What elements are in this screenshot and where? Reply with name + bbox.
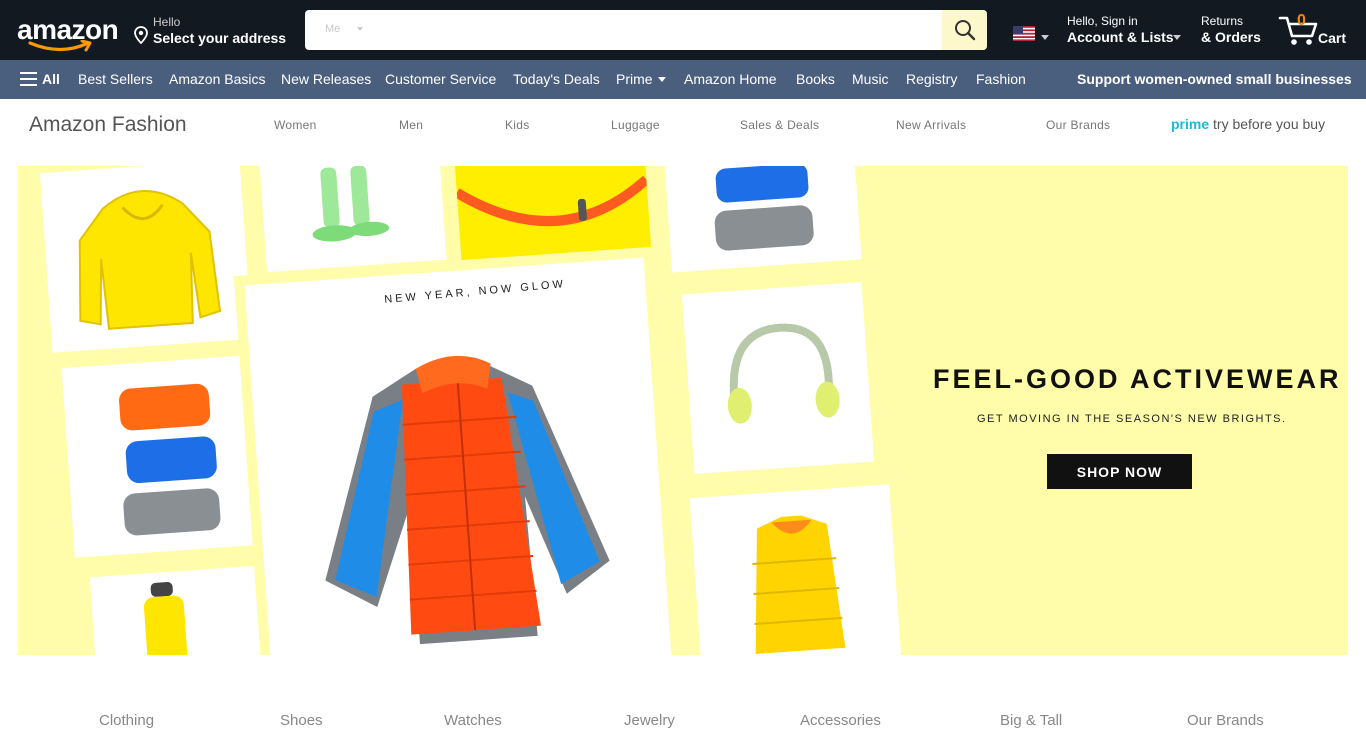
nav-todays-deals[interactable]: Today's Deals: [513, 71, 600, 87]
address-greeting: Hello: [153, 15, 181, 29]
nav-new-releases[interactable]: New Releases: [281, 71, 371, 87]
returns-orders-link[interactable]: Returns & Orders: [1201, 14, 1261, 45]
try-before-you-buy-label: try before you buy: [1213, 116, 1326, 132]
category-accessories[interactable]: Accessories: [800, 712, 881, 729]
nav-customer-service[interactable]: Customer Service: [385, 71, 496, 87]
yellow-hoodie-image: [78, 190, 222, 330]
prime-word: prime: [1171, 116, 1210, 132]
fashion-store-title[interactable]: Amazon Fashion: [29, 113, 187, 137]
fashion-nav-luggage[interactable]: Luggage: [611, 118, 660, 132]
logo-smile-icon: [28, 40, 92, 52]
amazon-logo[interactable]: amazon: [12, 8, 122, 52]
prime-try-before-you-buy-link[interactable]: prime try before you buy: [1171, 116, 1325, 132]
category-shoes[interactable]: Shoes: [280, 712, 323, 729]
account-lists-label: Account & Lists: [1067, 29, 1174, 45]
search-bar: Me: [305, 10, 987, 50]
fashion-nav-new-arrivals[interactable]: New Arrivals: [896, 118, 966, 132]
rolled-items-card: [653, 166, 873, 284]
nav-books[interactable]: Books: [796, 71, 835, 87]
promo-women-owned-link[interactable]: Support women-owned small businesses: [1077, 71, 1352, 87]
fashion-nav-sales-deals[interactable]: Sales & Deals: [740, 118, 819, 132]
yellow-vest-card: [678, 473, 908, 655]
cart-button[interactable]: 0 Cart: [1278, 12, 1350, 50]
top-navigation-bar: amazon Hello Select your address Me Hell…: [0, 0, 1366, 60]
address-prompt: Select your address: [153, 30, 287, 46]
search-department-select[interactable]: Me: [325, 23, 340, 35]
rolled-jackets-image: [714, 166, 814, 251]
all-menu-button[interactable]: All: [42, 71, 60, 87]
language-chevron-down-icon: [1041, 35, 1049, 40]
category-navigation-bar: All Best Sellers Amazon Basics New Relea…: [0, 60, 1366, 99]
fashion-nav-men[interactable]: Men: [399, 118, 423, 132]
us-flag-icon[interactable]: [1013, 26, 1035, 41]
green-shoes-image: [312, 166, 390, 242]
search-button[interactable]: [942, 10, 987, 50]
hero-headline: FEEL-GOOD ACTIVEWEAR: [933, 364, 1342, 394]
nav-amazon-basics[interactable]: Amazon Basics: [169, 71, 265, 87]
orange-puffer-jacket-image: [325, 355, 610, 645]
nav-prime[interactable]: Prime: [616, 71, 653, 87]
category-clothing[interactable]: Clothing: [99, 712, 154, 729]
category-our-brands[interactable]: Our Brands: [1187, 712, 1264, 729]
hero-banner[interactable]: NEW YEAR, NOW GLOW FEEL-GOOD ACTIVEWEAR …: [18, 166, 1348, 655]
fashion-nav-our-brands[interactable]: Our Brands: [1046, 118, 1110, 132]
search-input[interactable]: [375, 10, 935, 50]
orders-label: & Orders: [1201, 29, 1261, 45]
fashion-nav-kids[interactable]: Kids: [505, 118, 530, 132]
category-watches[interactable]: Watches: [444, 712, 502, 729]
shop-now-button[interactable]: SHOP NOW: [1047, 454, 1192, 489]
cart-label: Cart: [1318, 30, 1347, 46]
category-big-tall[interactable]: Big & Tall: [1000, 712, 1062, 729]
search-icon: [954, 20, 975, 41]
hamburger-menu-icon[interactable]: [20, 72, 37, 86]
yellow-vest-image: [752, 515, 846, 654]
nav-best-sellers[interactable]: Best Sellers: [78, 71, 153, 87]
nav-fashion[interactable]: Fashion: [976, 71, 1026, 87]
product-collage: NEW YEAR, NOW GLOW: [18, 166, 908, 655]
cart-count-badge: 0: [1297, 12, 1306, 29]
headphones-image: [727, 323, 840, 424]
main-jacket-card: [233, 246, 683, 655]
nav-amazon-home[interactable]: Amazon Home: [684, 71, 777, 87]
nav-music[interactable]: Music: [852, 71, 889, 87]
account-chevron-down-icon: [1173, 35, 1181, 40]
nav-registry[interactable]: Registry: [906, 71, 957, 87]
returns-label: Returns: [1201, 14, 1244, 28]
category-jewelry[interactable]: Jewelry: [624, 712, 675, 729]
headphones-card: [671, 271, 885, 485]
fashion-nav-women[interactable]: Women: [274, 118, 317, 132]
location-pin-icon: [134, 26, 148, 44]
account-greeting: Hello, Sign in: [1067, 14, 1138, 28]
prime-chevron-down-icon: [658, 77, 666, 82]
water-bottle-image: [143, 581, 189, 655]
chevron-down-icon: [357, 27, 363, 31]
hoodie-card: [29, 166, 263, 364]
account-lists-menu[interactable]: Hello, Sign in Account & Lists: [1067, 14, 1174, 45]
hero-subheadline: GET MOVING IN THE SEASON'S NEW BRIGHTS.: [977, 413, 1287, 425]
